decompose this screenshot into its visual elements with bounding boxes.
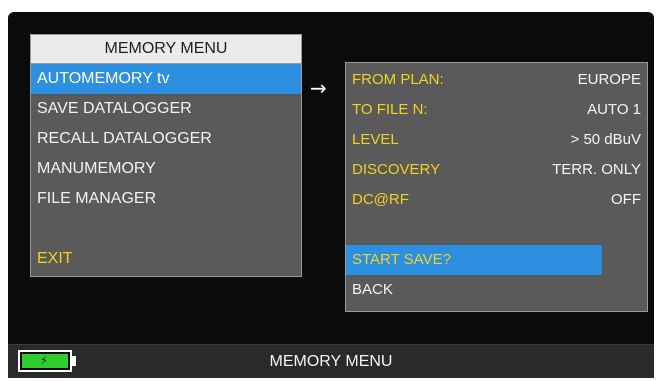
param-row-discovery[interactable]: DISCOVERY TERR. ONLY — [346, 155, 647, 185]
menu-item-automemory-tv[interactable]: AUTOMEMORY tv — [31, 64, 301, 94]
automemory-panel: FROM PLAN: EUROPE TO FILE N: AUTO 1 LEVE… — [345, 62, 648, 312]
param-value: OFF — [611, 191, 641, 208]
status-title: MEMORY MENU — [269, 353, 393, 370]
menu-spacer — [31, 214, 301, 244]
menu-item-manumemory[interactable]: MANUMEMORY — [31, 154, 301, 184]
param-label: DC@RF — [352, 191, 409, 208]
param-row-from-plan[interactable]: FROM PLAN: EUROPE — [346, 65, 647, 95]
param-label: FROM PLAN: — [352, 71, 444, 88]
status-bar: ⚡ MEMORY MENU — [8, 344, 654, 378]
param-label: DISCOVERY — [352, 161, 441, 178]
menu-title: MEMORY MENU — [31, 35, 301, 64]
param-row-to-file[interactable]: TO FILE N: AUTO 1 — [346, 95, 647, 125]
param-value: EUROPE — [577, 71, 641, 88]
param-label: TO FILE N: — [352, 101, 428, 118]
menu-item-recall-datalogger[interactable]: RECALL DATALOGGER — [31, 124, 301, 154]
menu-item-file-manager[interactable]: FILE MANAGER — [31, 184, 301, 214]
back-button[interactable]: BACK — [346, 275, 647, 305]
param-label: LEVEL — [352, 131, 399, 148]
param-row-level[interactable]: LEVEL > 50 dBuV — [346, 125, 647, 155]
menu-item-exit[interactable]: EXIT — [31, 244, 301, 274]
param-row-dc-at-rf[interactable]: DC@RF OFF — [346, 185, 647, 215]
device-screen: MEMORY MENU AUTOMEMORY tv SAVE DATALOGGE… — [8, 12, 654, 378]
param-value: TERR. ONLY — [552, 161, 641, 178]
menu-item-save-datalogger[interactable]: SAVE DATALOGGER — [31, 94, 301, 124]
param-value: AUTO 1 — [587, 101, 641, 118]
arrow-right-icon: → — [310, 76, 327, 100]
start-save-button[interactable]: START SAVE? — [346, 245, 602, 275]
param-value: > 50 dBuV — [570, 131, 641, 148]
panel-spacer — [346, 215, 647, 245]
memory-menu: MEMORY MENU AUTOMEMORY tv SAVE DATALOGGE… — [30, 34, 302, 277]
